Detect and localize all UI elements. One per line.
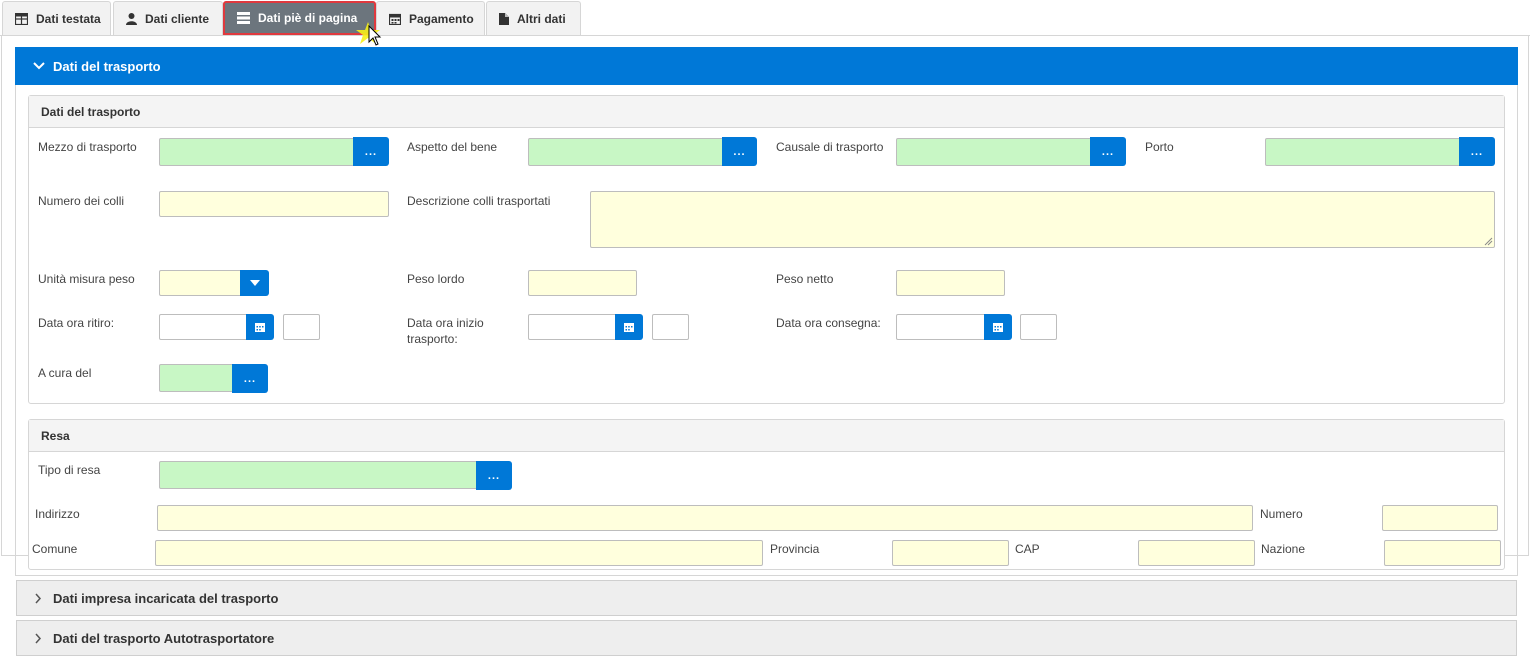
causale-trasporto-label: Causale di trasporto bbox=[776, 140, 884, 154]
cap-label: CAP bbox=[1015, 542, 1040, 556]
accordion-header-autotrasportatore[interactable]: Dati del trasporto Autotrasportatore bbox=[16, 620, 1517, 656]
ora-inizio-input[interactable] bbox=[652, 314, 689, 340]
tab-dati-testata[interactable]: Dati testata bbox=[2, 1, 111, 35]
aspetto-bene-lookup-button[interactable]: ... bbox=[722, 137, 757, 166]
causale-trasporto-input[interactable] bbox=[896, 138, 1092, 166]
document-icon bbox=[499, 12, 509, 25]
peso-lordo-label: Peso lordo bbox=[407, 272, 465, 286]
mezzo-trasporto-lookup-button[interactable]: ... bbox=[353, 137, 389, 166]
tipo-resa-input[interactable] bbox=[159, 461, 478, 489]
aspetto-bene-input[interactable] bbox=[528, 138, 724, 166]
accordion-title: Dati del trasporto bbox=[53, 58, 161, 74]
provincia-label: Provincia bbox=[770, 542, 820, 556]
ora-consegna-input[interactable] bbox=[1020, 314, 1057, 340]
accordion-title: Dati impresa incaricata del trasporto bbox=[53, 590, 279, 606]
mezzo-trasporto-label: Mezzo di trasporto bbox=[38, 140, 137, 154]
peso-lordo-input[interactable] bbox=[528, 270, 637, 296]
tipo-resa-label: Tipo di resa bbox=[38, 463, 101, 477]
tab-label: Dati cliente bbox=[145, 11, 210, 26]
comune-label: Comune bbox=[32, 542, 78, 556]
a-cura-del-input[interactable] bbox=[159, 364, 234, 392]
numero-input[interactable] bbox=[1382, 505, 1498, 531]
accordion-header-impresa-incaricata[interactable]: Dati impresa incaricata del trasporto bbox=[16, 580, 1517, 616]
nazione-label: Nazione bbox=[1261, 542, 1306, 556]
calendar-icon bbox=[624, 323, 634, 332]
list-icon bbox=[237, 12, 250, 24]
calendar-icon bbox=[993, 323, 1003, 332]
unita-misura-peso-label: Unità misura peso bbox=[38, 272, 135, 286]
porto-lookup-button[interactable]: ... bbox=[1459, 137, 1495, 166]
tab-pagamento[interactable]: Pagamento bbox=[376, 1, 485, 35]
accordion-title: Dati del trasporto Autotrasportatore bbox=[53, 630, 275, 646]
tab-bar: Dati testata Dati cliente Dati piè di pa… bbox=[0, 0, 1530, 36]
data-ritiro-input[interactable] bbox=[159, 314, 249, 340]
chevron-right-icon bbox=[35, 593, 41, 603]
accordion-header-dati-trasporto[interactable]: Dati del trasporto bbox=[15, 47, 1518, 85]
tab-dati-cliente[interactable]: Dati cliente bbox=[113, 1, 223, 35]
table-grid-icon bbox=[15, 12, 28, 25]
fieldset-title: Resa bbox=[29, 420, 1504, 452]
causale-trasporto-lookup-button[interactable]: ... bbox=[1090, 137, 1126, 166]
descrizione-colli-label: Descrizione colli trasportati bbox=[407, 194, 551, 208]
provincia-input[interactable] bbox=[892, 540, 1009, 566]
numero-colli-label: Numero dei colli bbox=[38, 194, 125, 208]
unita-misura-peso-dropdown-button[interactable] bbox=[240, 270, 269, 296]
porto-label: Porto bbox=[1145, 140, 1174, 154]
data-consegna-calendar-button[interactable] bbox=[984, 314, 1012, 340]
a-cura-del-lookup-button[interactable]: ... bbox=[232, 364, 268, 393]
calendar-icon bbox=[389, 13, 401, 25]
chevron-right-icon bbox=[35, 633, 41, 643]
data-ritiro-calendar-button[interactable] bbox=[246, 314, 274, 340]
resize-grip-icon[interactable] bbox=[1484, 237, 1493, 246]
descrizione-colli-textarea[interactable] bbox=[590, 191, 1495, 248]
numero-colli-input[interactable] bbox=[159, 191, 389, 217]
comune-input[interactable] bbox=[155, 540, 763, 566]
ora-ritiro-input[interactable] bbox=[283, 314, 320, 340]
fieldset-title: Dati del trasporto bbox=[29, 96, 1504, 128]
nazione-input[interactable] bbox=[1384, 540, 1501, 566]
aspetto-bene-label: Aspetto del bene bbox=[407, 140, 498, 154]
mezzo-trasporto-input[interactable] bbox=[159, 138, 355, 166]
indirizzo-label: Indirizzo bbox=[35, 507, 80, 521]
cap-input[interactable] bbox=[1138, 540, 1255, 566]
data-ora-ritiro-label: Data ora ritiro: bbox=[38, 316, 115, 330]
peso-netto-input[interactable] bbox=[896, 270, 1005, 296]
tab-label: Dati testata bbox=[36, 11, 101, 26]
calendar-icon bbox=[255, 323, 265, 332]
user-icon bbox=[126, 12, 137, 25]
porto-input[interactable] bbox=[1265, 138, 1461, 166]
indirizzo-input[interactable] bbox=[157, 505, 1253, 531]
data-ora-inizio-trasporto-label: Data ora inizio trasporto: bbox=[407, 316, 484, 346]
chevron-down-icon bbox=[33, 62, 45, 70]
data-inizio-calendar-button[interactable] bbox=[615, 314, 643, 340]
tipo-resa-lookup-button[interactable]: ... bbox=[476, 461, 512, 490]
peso-netto-label: Peso netto bbox=[776, 272, 834, 286]
tab-altri-dati[interactable]: Altri dati bbox=[486, 1, 581, 35]
caret-down-icon bbox=[249, 280, 260, 286]
tab-label: Pagamento bbox=[409, 11, 474, 26]
data-ora-consegna-label: Data ora consegna: bbox=[776, 316, 881, 330]
tab-label: Altri dati bbox=[517, 11, 566, 26]
unita-misura-peso-select[interactable] bbox=[159, 270, 243, 296]
a-cura-del-label: A cura del bbox=[38, 366, 92, 380]
numero-label: Numero bbox=[1260, 507, 1303, 521]
data-consegna-input[interactable] bbox=[896, 314, 986, 340]
tab-label: Dati piè di pagina bbox=[258, 11, 358, 25]
data-inizio-input[interactable] bbox=[528, 314, 618, 340]
